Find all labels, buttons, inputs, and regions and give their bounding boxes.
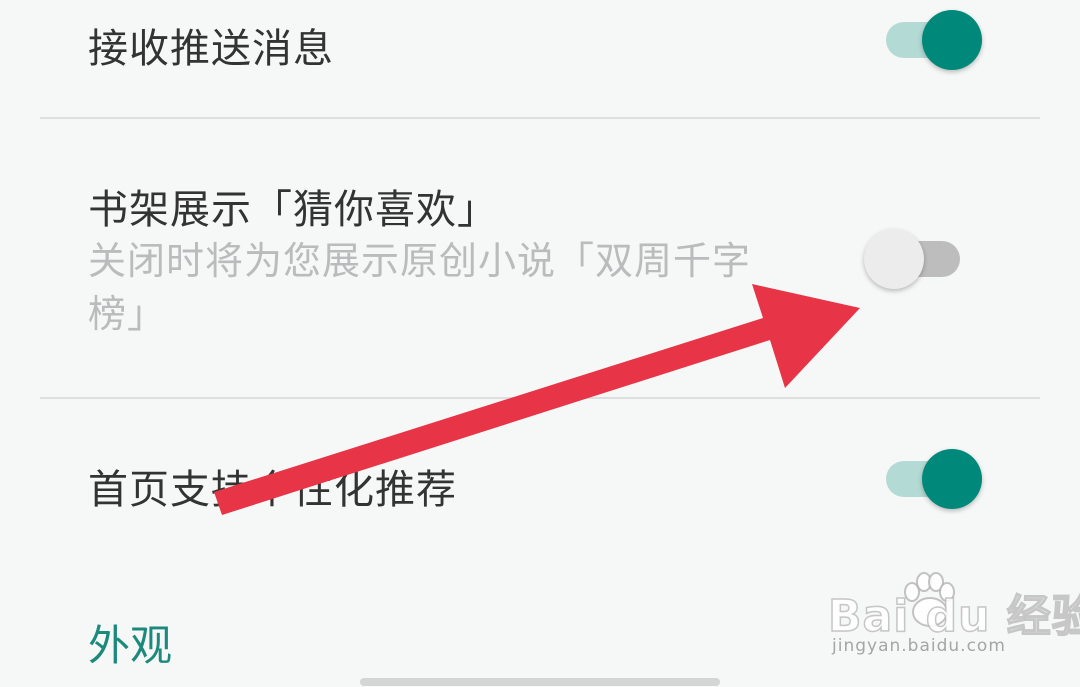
bookshelf-toggle-switch[interactable]: [864, 223, 974, 289]
toggle-thumb: [864, 229, 924, 289]
setting-description-bookshelf: 关闭时将为您展示原创小说「双周千字榜」: [88, 239, 752, 336]
baidu-jingyan-watermark: Bai du 经验 jingyan.baidu.com: [827, 570, 1080, 670]
toggle-thumb: [922, 10, 982, 70]
setting-row-homepage[interactable]: 首页支持个性化推荐: [0, 399, 1080, 559]
setting-title-bookshelf: 书架展示「猜你喜欢」: [88, 187, 498, 233]
settings-screen: 接收推送消息 书架展示「猜你喜欢」 关闭时将为您展示原创小说「双周千字榜」 首页…: [0, 0, 1080, 687]
setting-title-homepage: 首页支持个性化推荐: [88, 467, 457, 513]
watermark-logo-text: Bai du 经验: [827, 590, 1080, 643]
scroll-indicator: [360, 678, 720, 686]
section-header-appearance: 外观: [88, 621, 173, 670]
setting-row-push[interactable]: 接收推送消息: [0, 0, 1080, 118]
toggle-thumb: [922, 449, 982, 509]
push-toggle-switch[interactable]: [886, 4, 996, 70]
setting-row-bookshelf[interactable]: 书架展示「猜你喜欢」 关闭时将为您展示原创小说「双周千字榜」: [0, 119, 1080, 397]
watermark-url: jingyan.baidu.com: [832, 636, 1006, 656]
setting-title-push: 接收推送消息: [88, 26, 334, 72]
homepage-toggle-switch[interactable]: [886, 443, 996, 509]
